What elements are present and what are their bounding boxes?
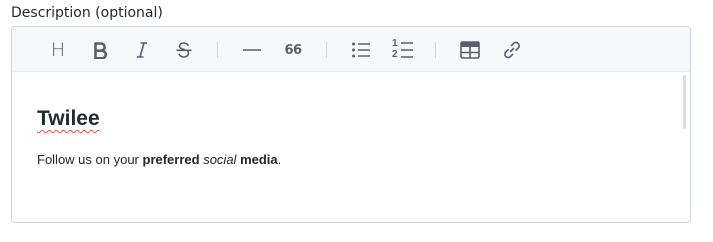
table-icon	[460, 41, 480, 59]
ordered-list-icon: 1 2	[392, 38, 414, 60]
markdown-editor: H 66 1 2 Twilee Follow us on your prefer…	[11, 26, 691, 223]
italic-icon	[134, 41, 150, 59]
paragraph-end: .	[277, 152, 282, 167]
horizontal-rule-button[interactable]	[238, 36, 266, 64]
bold-button[interactable]	[86, 36, 114, 64]
toolbar-divider	[435, 42, 436, 58]
paragraph-text: Follow us on your	[37, 152, 143, 167]
content-paragraph: Follow us on your preferred social media…	[37, 151, 281, 169]
editor-content[interactable]: Twilee Follow us on your preferred socia…	[12, 72, 690, 222]
description-label: Description (optional)	[11, 5, 163, 21]
toolbar-divider	[217, 42, 218, 58]
italic-button[interactable]	[128, 36, 156, 64]
bold-text: media	[240, 152, 278, 167]
ordered-list-button[interactable]: 1 2	[389, 36, 417, 64]
strikethrough-button[interactable]	[170, 36, 198, 64]
bullet-list-icon	[351, 41, 371, 59]
bold-icon	[92, 41, 108, 59]
toolbar-divider	[326, 42, 327, 58]
editor-toolbar: H 66 1 2	[12, 27, 690, 72]
link-button[interactable]	[498, 36, 526, 64]
bullet-list-button[interactable]	[347, 36, 375, 64]
quote-icon: 66	[284, 42, 302, 58]
heading-icon: H	[50, 38, 66, 61]
italic-text: social	[203, 152, 237, 167]
horizontal-rule-icon	[243, 41, 261, 59]
heading-button[interactable]: H	[44, 36, 72, 64]
link-icon	[502, 40, 522, 60]
vertical-scrollbar[interactable]	[683, 75, 686, 129]
content-heading: Twilee	[37, 107, 100, 130]
strikethrough-icon	[175, 41, 193, 59]
bold-text: preferred	[142, 152, 200, 167]
blockquote-button[interactable]: 66	[279, 36, 307, 64]
table-button[interactable]	[456, 36, 484, 64]
